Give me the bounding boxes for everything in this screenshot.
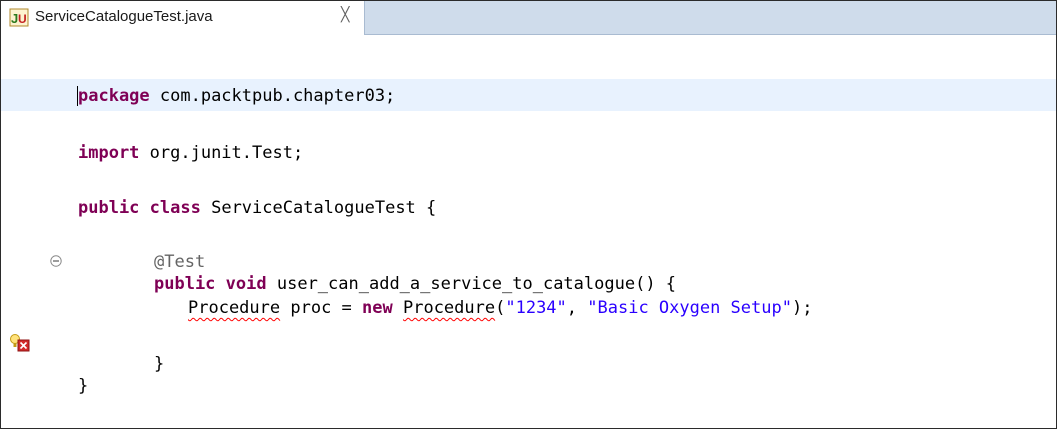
code-text: ServiceCatalogueTest { xyxy=(200,198,437,218)
tab-title: ServiceCatalogueTest.java xyxy=(35,8,213,25)
code-line-class-declaration: public class ServiceCatalogueTest { xyxy=(78,197,436,219)
string-literal: "Basic Oxygen Setup" xyxy=(587,298,792,318)
code-line-class-close: } xyxy=(78,375,88,397)
code-text: ( xyxy=(495,298,506,318)
keyword: public xyxy=(78,198,140,218)
keyword: public xyxy=(154,274,216,294)
keyword: new xyxy=(362,298,393,318)
keyword: class xyxy=(149,198,201,218)
code-text: com.packtpub.chapter03; xyxy=(149,86,396,106)
string-literal: "1234" xyxy=(505,298,567,318)
code-line-method-close: } xyxy=(154,353,164,375)
error-constructor-reference: Procedure xyxy=(402,298,496,318)
editor-tab-bar: J U ServiceCatalogueTest.java ╳ xyxy=(1,1,1056,35)
close-icon[interactable]: ╳ xyxy=(341,7,349,23)
editor-tab-servicecataloguetest[interactable]: J U ServiceCatalogueTest.java ╳ xyxy=(1,1,365,35)
code-text: org.junit.Test; xyxy=(139,143,304,163)
code-text: } xyxy=(154,354,165,374)
junit-file-icon: J U xyxy=(9,8,29,27)
java-editor: J U ServiceCatalogueTest.java ╳ package … xyxy=(0,0,1057,429)
code-line-package: package com.packtpub.chapter03; xyxy=(78,85,395,107)
keyword: import xyxy=(78,143,140,163)
code-text: , xyxy=(566,298,588,318)
code-line-annotation: @Test xyxy=(154,251,205,273)
code-text: } xyxy=(78,376,89,396)
collapse-fold-icon[interactable] xyxy=(50,255,62,267)
code-line-statement: Procedure proc = new Procedure("1234", "… xyxy=(188,297,812,319)
error-quickfix-icon[interactable] xyxy=(9,333,31,353)
code-line-method-declaration: public void user_can_add_a_service_to_ca… xyxy=(154,273,676,295)
keyword: package xyxy=(78,86,150,106)
svg-text:U: U xyxy=(18,12,27,26)
annotation: @Test xyxy=(154,252,206,272)
keyword: void xyxy=(225,274,267,294)
code-text: proc = xyxy=(280,298,363,318)
code-area[interactable]: package com.packtpub.chapter03; import o… xyxy=(1,35,1056,428)
error-type-reference: Procedure xyxy=(188,298,281,318)
code-text: user_can_add_a_service_to_catalogue() { xyxy=(266,274,677,294)
code-text: ); xyxy=(791,298,813,318)
code-line-import: import org.junit.Test; xyxy=(78,142,303,164)
